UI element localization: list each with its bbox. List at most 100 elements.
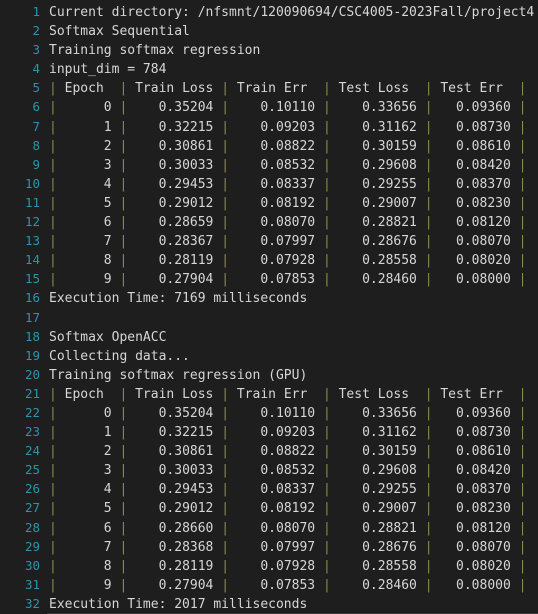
table-header-row: | Epoch | Train Loss | Train Err | Test …: [40, 79, 526, 98]
table-header-cell: Train Err: [229, 386, 323, 402]
table-separator: |: [221, 386, 230, 402]
terminal-line: 20 Training softmax regression (GPU): [0, 365, 538, 384]
terminal-line: 29 | 7 | 0.28368 | 0.07997 | 0.28676 | 0.…: [0, 537, 538, 556]
table-separator: |: [49, 81, 57, 97]
table-separator: |: [518, 520, 527, 536]
table-header-cell: Test Loss: [330, 386, 425, 402]
table-data-row: | 6 | 0.28659 | 0.08070 | 0.28821 | 0.08…: [40, 213, 526, 232]
terminal-text: Collecting data...: [49, 348, 190, 364]
table-cell: 0.29012: [127, 195, 222, 211]
line-number: 13: [24, 233, 40, 249]
table-cell: 8: [56, 253, 120, 269]
terminal-line: 4 input_dim = 784: [0, 59, 538, 78]
terminal-line: 26 | 4 | 0.29453 | 0.08337 | 0.29255 | 0.…: [0, 479, 538, 498]
terminal-text: Training softmax regression: [49, 43, 261, 59]
table-separator: |: [424, 520, 433, 536]
line-number: 2: [32, 23, 40, 39]
table-separator: |: [424, 577, 433, 593]
table-cell: 0: [56, 405, 120, 421]
table-separator: |: [221, 119, 230, 135]
table-separator: |: [518, 558, 527, 574]
line-number: 32: [24, 595, 40, 611]
table-cell: 0.08070: [432, 539, 519, 555]
table-data-row: | 7 | 0.28368 | 0.07997 | 0.28676 | 0.08…: [40, 538, 526, 557]
line-number: 8: [32, 137, 40, 153]
table-cell: 0.28558: [330, 253, 425, 269]
terminal-line: 28 | 6 | 0.28660 | 0.08070 | 0.28821 | 0.…: [0, 518, 538, 537]
table-separator: |: [221, 157, 230, 173]
table-separator: |: [424, 558, 433, 574]
table-separator: |: [322, 558, 331, 574]
table-separator: |: [221, 558, 230, 574]
table-cell: 0.30861: [127, 138, 222, 154]
table-separator: |: [424, 138, 433, 154]
line-number: 6: [32, 99, 40, 115]
table-cell: 2: [56, 444, 120, 460]
table-cell: 2: [56, 138, 120, 154]
table-cell: 0.29007: [330, 501, 425, 517]
table-separator: |: [221, 253, 230, 269]
table-cell: 4: [56, 482, 120, 498]
terminal-line: 3 Training softmax regression: [0, 40, 538, 59]
table-separator: |: [49, 577, 57, 593]
table-data-row: | 0 | 0.35204 | 0.10110 | 0.33656 | 0.09…: [40, 404, 526, 423]
table-separator: |: [49, 558, 57, 574]
table-data-row: | 4 | 0.29453 | 0.08337 | 0.29255 | 0.08…: [40, 480, 526, 499]
terminal-line: 2 Softmax Sequential: [0, 21, 538, 40]
table-cell: 0.27904: [127, 272, 222, 288]
terminal-text-line: Execution Time: 7169 milliseconds: [40, 289, 307, 308]
line-number: 30: [24, 557, 40, 573]
table-separator: |: [322, 215, 331, 231]
table-cell: 0.07853: [229, 272, 323, 288]
terminal-line: 19 Collecting data...: [0, 346, 538, 365]
table-cell: 0.30033: [127, 463, 222, 479]
terminal-line: 23 | 1 | 0.32215 | 0.09203 | 0.31162 | 0.…: [0, 422, 538, 441]
table-separator: |: [322, 176, 331, 192]
table-separator: |: [49, 176, 57, 192]
table-separator: |: [49, 444, 57, 460]
table-separator: |: [221, 482, 230, 498]
table-separator: |: [49, 119, 57, 135]
table-cell: 0: [56, 100, 120, 116]
table-data-row: | 1 | 0.32215 | 0.09203 | 0.31162 | 0.08…: [40, 118, 526, 137]
table-data-row: | 8 | 0.28119 | 0.07928 | 0.28558 | 0.08…: [40, 251, 526, 270]
table-cell: 0.08370: [432, 482, 519, 498]
terminal-line: 8 | 2 | 0.30861 | 0.08822 | 0.30159 | 0.0…: [0, 136, 538, 155]
table-separator: |: [322, 405, 331, 421]
table-cell: 0.33656: [330, 405, 425, 421]
terminal-line: 1 Current directory: /nfsmnt/120090694/CS…: [0, 2, 538, 21]
table-cell: 6: [56, 215, 120, 231]
terminal-text-line: input_dim = 784: [40, 60, 166, 79]
table-cell: 0.28119: [127, 253, 222, 269]
table-data-row: | 5 | 0.29012 | 0.08192 | 0.29007 | 0.08…: [40, 194, 526, 213]
table-separator: |: [322, 520, 331, 536]
table-separator: |: [518, 100, 527, 116]
table-cell: 0.09203: [229, 119, 323, 135]
table-cell: 0.28460: [330, 577, 425, 593]
terminal-line: 5 | Epoch | Train Loss | Train Err | Test…: [0, 78, 538, 97]
table-cell: 0.30033: [127, 157, 222, 173]
terminal-line: 32 Execution Time: 2017 milliseconds: [0, 594, 538, 613]
table-cell: 0.32215: [127, 425, 222, 441]
table-separator: |: [518, 482, 527, 498]
table-separator: |: [221, 138, 230, 154]
table-data-row: | 9 | 0.27904 | 0.07853 | 0.28460 | 0.08…: [40, 576, 526, 595]
terminal-text: Execution Time: 7169 milliseconds: [49, 291, 308, 307]
table-separator: |: [322, 577, 331, 593]
table-cell: 0.08192: [229, 501, 323, 517]
table-separator: |: [424, 195, 433, 211]
terminal-output-pane[interactable]: 1 Current directory: /nfsmnt/120090694/CS…: [0, 0, 538, 614]
table-cell: 0.07853: [229, 577, 323, 593]
terminal-text: Execution Time: 2017 milliseconds: [49, 596, 308, 612]
table-cell: 0.08120: [432, 520, 519, 536]
terminal-text-line: Softmax Sequential: [40, 22, 190, 41]
table-cell: 0.07928: [229, 253, 323, 269]
table-cell: 0.08610: [432, 138, 519, 154]
table-header-cell: Epoch: [56, 81, 120, 97]
table-separator: |: [221, 215, 230, 231]
table-data-row: | 7 | 0.28367 | 0.07997 | 0.28676 | 0.08…: [40, 232, 526, 251]
table-separator: |: [518, 157, 527, 173]
table-cell: 0.29255: [330, 482, 425, 498]
table-cell: 1: [56, 425, 120, 441]
terminal-line: 6 | 0 | 0.35204 | 0.10110 | 0.33656 | 0.0…: [0, 97, 538, 116]
